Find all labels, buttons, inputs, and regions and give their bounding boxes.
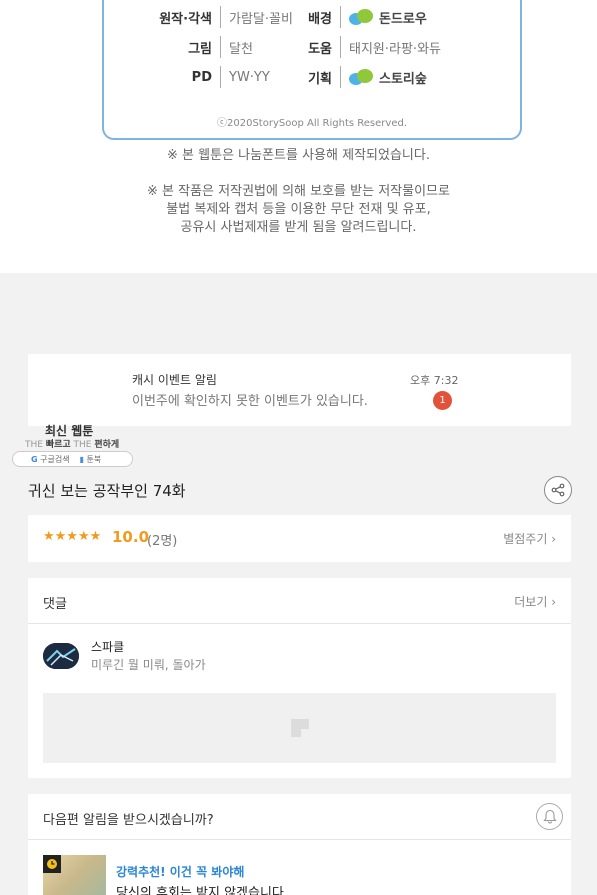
credit-value: 가람달·꼴비: [229, 11, 293, 27]
studio-logo-dontdraw: 돈드로우: [349, 8, 427, 27]
cloud-logo-icon: [349, 69, 375, 85]
google-search-label: G 구글검색: [31, 454, 70, 464]
credit-row-story: 원작·각색 가람달·꼴비: [154, 6, 293, 28]
episode-title: 귀신 보는 공작부인 74화: [28, 482, 186, 500]
notification-body: 이번주에 확인하지 못한 이벤트가 있습니다.: [132, 394, 368, 409]
credit-value: YW·YY: [229, 69, 270, 85]
credit-row-pd: PD YW·YY: [154, 66, 270, 88]
recommendation-thumbnail[interactable]: [43, 855, 106, 895]
rate-button[interactable]: 별점주기 ›: [503, 530, 556, 547]
credit-key: PD: [191, 69, 212, 85]
credit-key: 배경: [308, 11, 332, 27]
font-notice: ※ 본 웹툰은 나눔폰트를 사용해 제작되었습니다.: [167, 148, 430, 163]
image-placeholder-icon: [290, 719, 309, 737]
comment-text: 미루긴 뭘 미뤄, 돌아가: [91, 658, 206, 672]
notification-badge: 1: [433, 391, 452, 410]
comments-header: 댓글: [43, 597, 67, 612]
credit-value: 태지원·라팡·와듀: [349, 41, 441, 57]
comments-more-link[interactable]: 더보기 ›: [514, 593, 556, 610]
avatar-image: [43, 643, 79, 669]
credits-box: 원작·각색 가람달·꼴비 배경 돈드로우 그림 달천 도움 태지원·라팡·와듀: [102, 0, 522, 140]
legal-notice-line-1: ※ 본 작품은 저작권법에 의해 보호를 받는 저작물이므로: [147, 184, 450, 199]
recommendation-title[interactable]: 강력추천! 이건 꼭 봐야해: [116, 863, 244, 880]
share-icon: [551, 483, 565, 497]
comment-username[interactable]: 스파클: [91, 638, 124, 655]
site-label: ▮ 툰북: [79, 454, 102, 464]
recommendation-subtitle[interactable]: 당신의 후회는 받지 않겠습니다: [116, 882, 284, 895]
credit-row-planning: 기획 스토리숲: [308, 66, 427, 88]
credit-key: 기획: [308, 71, 332, 87]
cloud-logo-icon: [349, 9, 375, 25]
notification-card[interactable]: 캐시 이벤트 알림 이번주에 확인하지 못한 이벤트가 있습니다. 오후 7:3…: [28, 354, 571, 426]
credits-section: 원작·각색 가람달·꼴비 배경 돈드로우 그림 달천 도움 태지원·라팡·와듀: [0, 0, 597, 273]
star-rating-icons: ★★★★★: [43, 529, 102, 544]
comments-card: 댓글 더보기 › 스파클 미루긴 뭘 미뤄, 돌아가: [28, 578, 571, 778]
credit-key: 그림: [188, 41, 212, 57]
credit-row-assist: 도움 태지원·라팡·와듀: [308, 36, 441, 58]
credit-value: 달천: [229, 41, 253, 57]
rating-score: 10.0: [112, 528, 150, 546]
divider: [28, 623, 571, 624]
legal-notice-line-3: 공유시 사법제재를 받게 됨을 알려드립니다.: [180, 220, 417, 235]
rating-count: (2명): [147, 534, 178, 549]
overlay-search-pill[interactable]: G 구글검색 ▮ 툰북: [12, 451, 133, 467]
next-episode-card: 다음편 알림을 받으시겠습니까? 강력추천! 이건 꼭 봐야해 당신의 후회는 …: [28, 794, 571, 895]
site-overlay-banner[interactable]: 최신 웹툰 THE 빠르고 THE 편하게 G 구글검색 ▮ 툰북: [12, 422, 134, 468]
credit-key: 도움: [308, 41, 332, 57]
credit-key: 원작·각색: [159, 11, 212, 27]
credit-row-background: 배경 돈드로우: [308, 6, 427, 28]
bell-icon: [542, 809, 557, 824]
notification-title: 캐시 이벤트 알림: [132, 373, 217, 387]
clock-icon: [43, 855, 61, 873]
credit-row-art: 그림 달천: [154, 36, 253, 58]
overlay-slogan: THE 빠르고 THE 편하게: [25, 440, 120, 450]
next-episode-question: 다음편 알림을 받으시겠습니까?: [43, 813, 214, 828]
avatar[interactable]: [43, 643, 79, 669]
notification-time: 오후 7:32: [410, 374, 459, 387]
divider: [28, 839, 571, 840]
ad-placeholder[interactable]: [43, 693, 556, 763]
notify-bell-button[interactable]: [536, 803, 563, 830]
copyright-text: ⓒ2020StorySoop All Rights Reserved.: [217, 118, 407, 129]
legal-notice-line-2: 불법 복제와 캡처 등을 이용한 무단 전재 및 유포,: [166, 202, 431, 217]
rating-card: ★★★★★ 10.0 (2명) 별점주기 ›: [28, 515, 571, 562]
share-button[interactable]: [544, 476, 572, 504]
studio-logo-storysoop: 스토리숲: [349, 68, 427, 87]
